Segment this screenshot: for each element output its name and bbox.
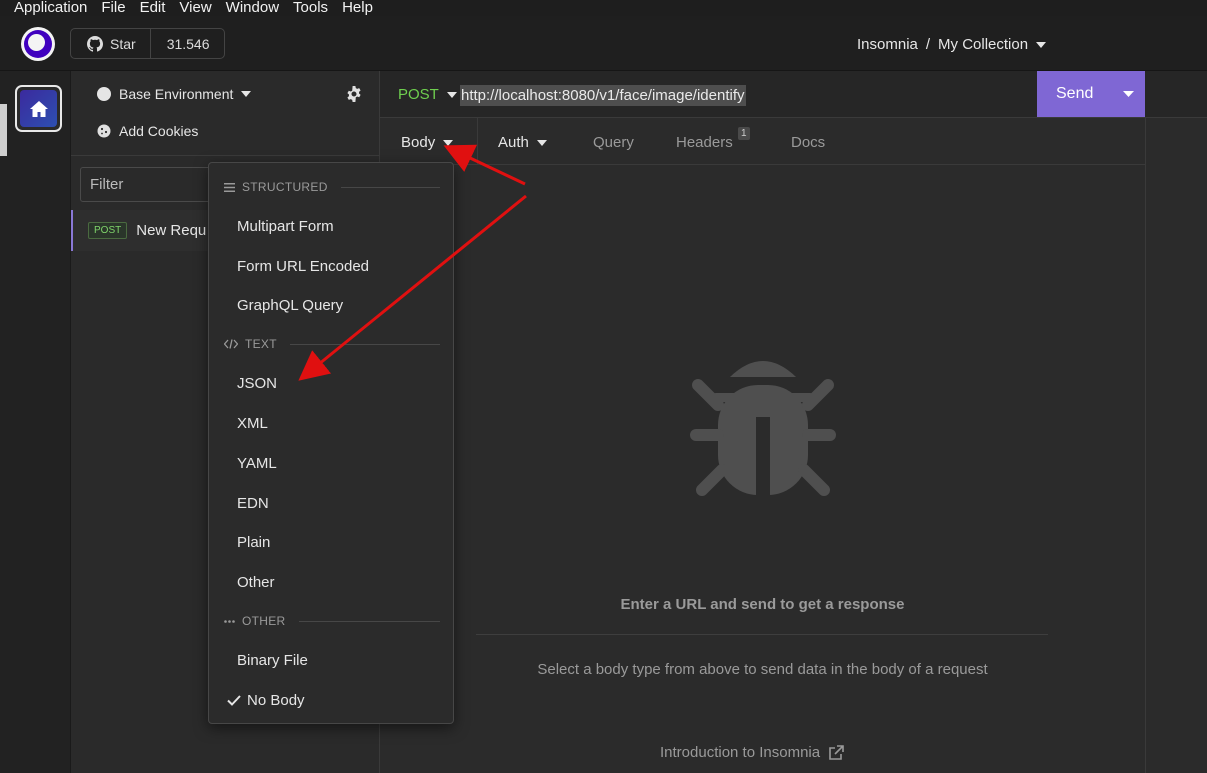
annotation-arrows <box>298 144 527 381</box>
annotation-arrow-to-body-tab <box>443 144 526 186</box>
annotation-arrow-to-json <box>298 194 527 381</box>
